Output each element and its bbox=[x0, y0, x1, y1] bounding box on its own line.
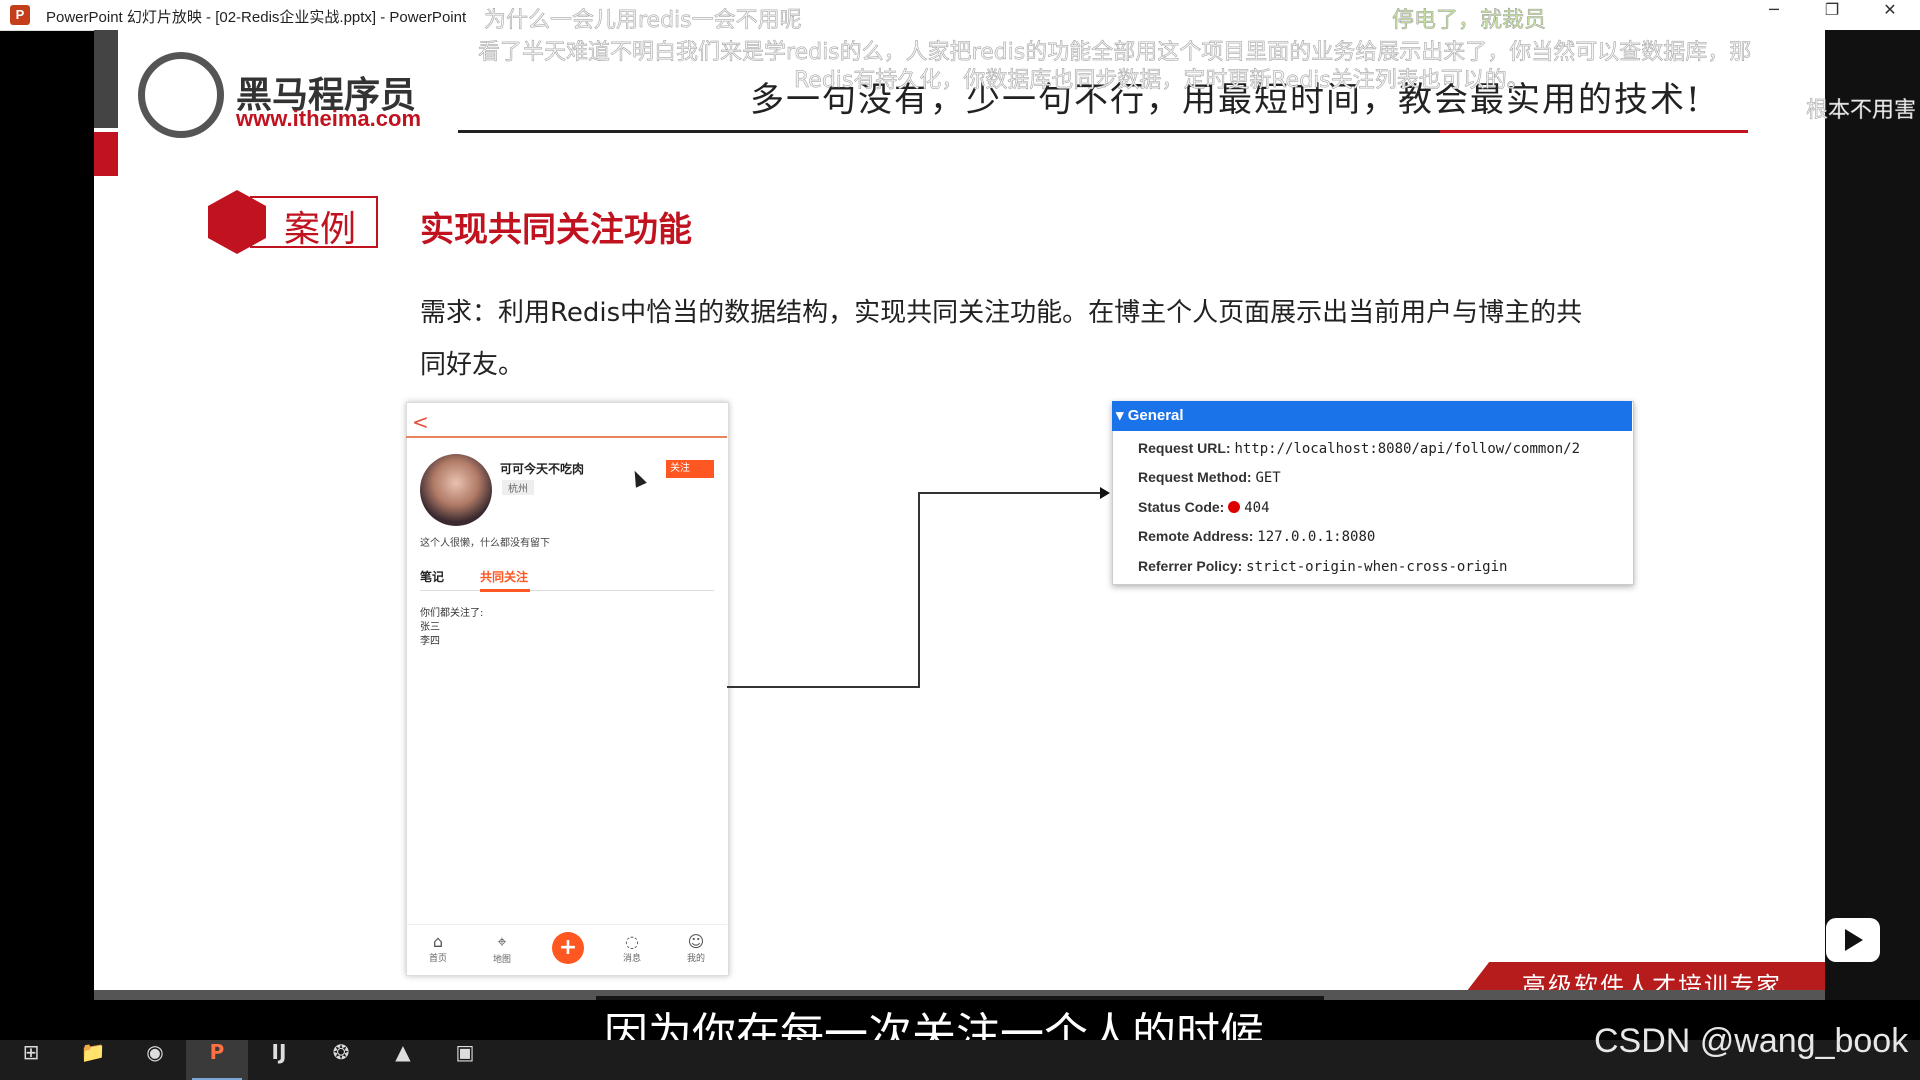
chat-bubble-icon: ◌ bbox=[625, 932, 639, 951]
nav-home-label: 首页 bbox=[428, 954, 447, 964]
nav-map[interactable]: ⌖ 地图 bbox=[482, 932, 522, 965]
map-pin-icon: ⌖ bbox=[497, 932, 507, 951]
remote-address-row: Remote Address: 127.0.0.1:8080 bbox=[1138, 528, 1375, 545]
phone-header-divider bbox=[406, 436, 727, 438]
nav-messages-label: 消息 bbox=[622, 954, 641, 964]
request-method-row: Request Method: GET bbox=[1138, 469, 1281, 486]
referrer-policy-row: Referrer Policy: strict-origin-when-cros… bbox=[1138, 558, 1507, 575]
powerpoint-taskbar-label: P bbox=[209, 1040, 225, 1064]
user-icon: ☺ bbox=[687, 932, 705, 951]
right-margin bbox=[1825, 30, 1920, 1000]
powerpoint-taskbar-icon[interactable]: P bbox=[186, 1040, 248, 1080]
referrer-policy-value: strict-origin-when-cross-origin bbox=[1246, 559, 1508, 575]
danmaku-comment: 为什么一会儿用redis一会不用呢 bbox=[484, 8, 802, 34]
terminal-icon[interactable]: ▣ bbox=[434, 1040, 496, 1080]
remote-address-value: 127.0.0.1:8080 bbox=[1257, 529, 1376, 545]
start-menu-icon[interactable]: ⊞ bbox=[0, 1040, 62, 1080]
requirement-text-line2: 同好友。 bbox=[420, 350, 525, 380]
minimize-button[interactable]: ─ bbox=[1746, 0, 1802, 30]
danmaku-comment: 根本不用害 bbox=[1806, 98, 1917, 124]
itheima-logo-icon bbox=[138, 52, 224, 138]
nav-profile[interactable]: ☺ 我的 bbox=[676, 932, 716, 964]
slide-left-accent bbox=[94, 30, 118, 128]
bottom-nav-divider bbox=[406, 924, 727, 925]
app-icon[interactable]: ▲ bbox=[372, 1040, 434, 1080]
city-tag: 杭州 bbox=[502, 480, 534, 495]
blogger-bio: 这个人很懒，什么都没有留下 bbox=[420, 538, 550, 549]
danmaku-comment: 停电了，就裁员 bbox=[1392, 8, 1547, 34]
danmaku-comment: Redis有持久化，你数据库也同步数据，定时更新Redis关注列表也可以的。 bbox=[794, 68, 1529, 94]
common-follow-title: 你们都关注了: bbox=[420, 608, 484, 619]
follow-button[interactable]: 关注 bbox=[666, 460, 714, 478]
header-divider-accent bbox=[1440, 130, 1748, 133]
avatar bbox=[420, 454, 492, 526]
home-icon: ⌂ bbox=[432, 932, 444, 951]
app-icon[interactable]: ❂ bbox=[310, 1040, 372, 1080]
request-url-value: http://localhost:8080/api/follow/common/… bbox=[1234, 441, 1581, 457]
csdn-watermark: CSDN @wang_book bbox=[1594, 1022, 1909, 1060]
close-button[interactable]: ✕ bbox=[1862, 0, 1918, 30]
request-method-value: GET bbox=[1255, 470, 1281, 486]
status-code-label: Status Code: bbox=[1138, 499, 1225, 515]
add-button[interactable]: + bbox=[552, 932, 584, 964]
nav-home[interactable]: ⌂ 首页 bbox=[418, 932, 458, 964]
nav-profile-label: 我的 bbox=[686, 954, 705, 964]
general-header[interactable]: ▾ General bbox=[1112, 401, 1632, 431]
blogger-name: 可可今天不吃肉 bbox=[500, 462, 585, 476]
slide-title: 实现共同关注功能 bbox=[420, 210, 692, 250]
referrer-policy-label: Referrer Policy: bbox=[1138, 558, 1243, 574]
tab-notes[interactable]: 笔记 bbox=[420, 568, 444, 585]
request-url-label: Request URL: bbox=[1138, 440, 1231, 456]
tab-divider bbox=[420, 590, 714, 591]
logo-url: www.itheima.com bbox=[236, 106, 422, 131]
powerpoint-app-icon: P bbox=[10, 5, 30, 25]
requirement-text-line1: 需求：利用Redis中恰当的数据结构，实现共同关注功能。在博主个人页面展示出当前… bbox=[420, 298, 1583, 328]
status-error-dot-icon bbox=[1228, 501, 1241, 513]
connector-line bbox=[918, 492, 920, 688]
connector-line bbox=[918, 492, 1108, 494]
case-label: 案例 bbox=[284, 209, 357, 250]
window-title: PowerPoint 幻灯片放映 - [02-Redis企业实战.pptx] -… bbox=[46, 9, 467, 26]
nav-map-label: 地图 bbox=[492, 955, 511, 965]
slide-left-red-accent bbox=[94, 132, 118, 176]
restore-button[interactable]: ❐ bbox=[1804, 0, 1860, 30]
connector-arrow-icon bbox=[1100, 487, 1110, 499]
tab-common-follow[interactable]: 共同关注 bbox=[480, 568, 528, 585]
list-item[interactable]: 张三 bbox=[420, 618, 440, 633]
intellij-icon[interactable]: IJ bbox=[248, 1040, 310, 1080]
remote-address-label: Remote Address: bbox=[1138, 528, 1254, 544]
active-tab-indicator bbox=[480, 589, 530, 592]
connector-line bbox=[727, 686, 919, 688]
chrome-icon[interactable]: ◉ bbox=[124, 1040, 186, 1080]
list-item[interactable]: 李四 bbox=[420, 632, 440, 647]
play-icon bbox=[1845, 929, 1863, 951]
status-code-row: Status Code: 404 bbox=[1138, 499, 1270, 516]
request-url-row: Request URL: http://localhost:8080/api/f… bbox=[1138, 440, 1580, 457]
file-explorer-icon[interactable]: 📁 bbox=[62, 1040, 124, 1080]
back-arrow-icon[interactable]: < bbox=[412, 410, 429, 434]
nav-messages[interactable]: ◌ 消息 bbox=[612, 932, 652, 964]
request-method-label: Request Method: bbox=[1138, 469, 1252, 485]
status-code-value: 404 bbox=[1244, 500, 1270, 516]
